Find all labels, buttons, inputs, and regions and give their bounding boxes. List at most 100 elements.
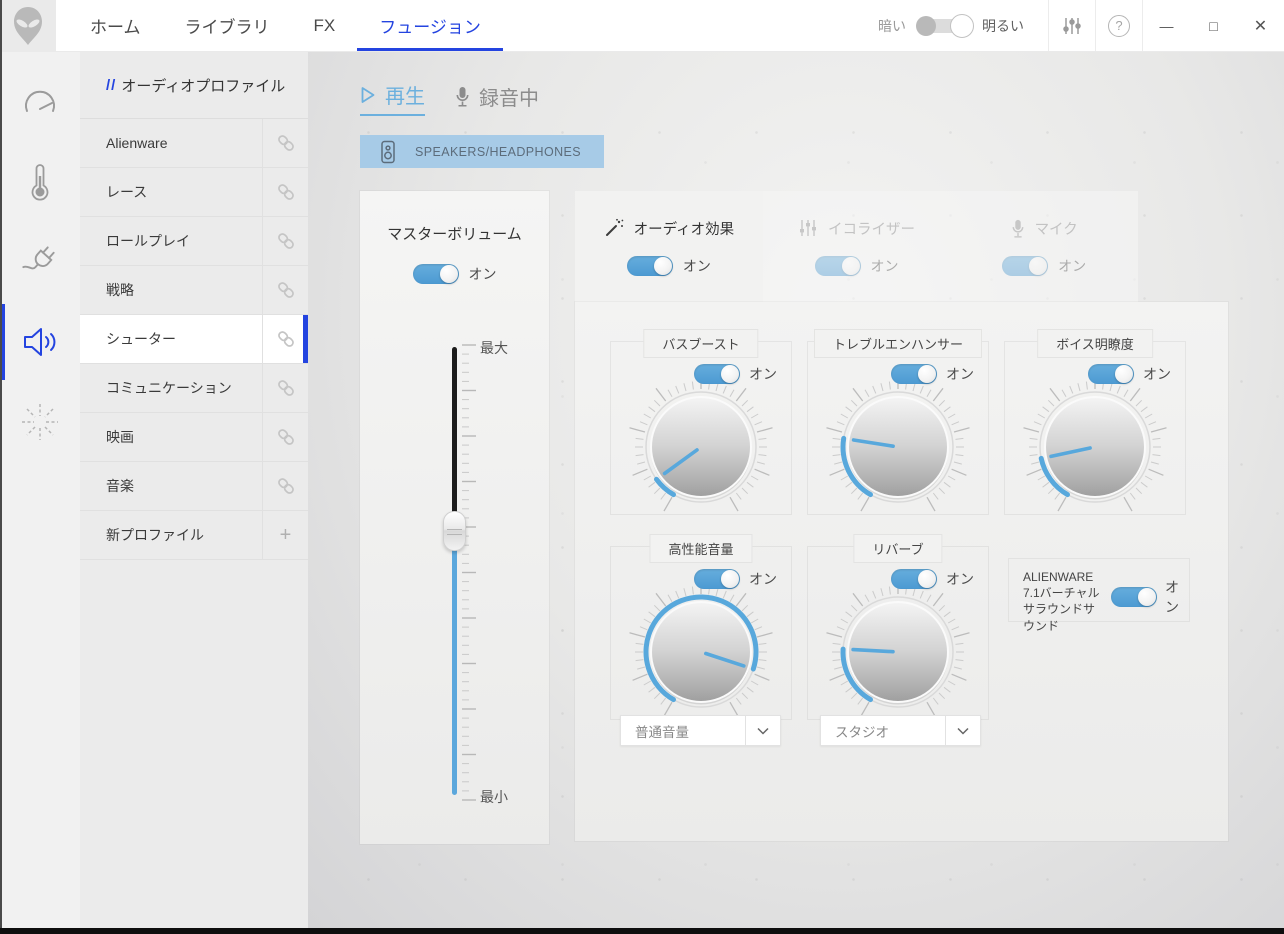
feature-rail (0, 52, 80, 928)
theme-dark-label: 暗い (878, 17, 906, 34)
profile-link-button[interactable] (262, 462, 308, 510)
performance-volume-group: 高性能音量 オン (610, 534, 792, 720)
profile-item-Alienware[interactable]: Alienware (80, 119, 308, 168)
reverb-dropdown[interactable]: スタジオ (820, 715, 981, 746)
profile-item-label: 映画 (106, 429, 134, 445)
profile-item-音楽[interactable]: 音楽 (80, 462, 308, 511)
profile-item-コミュニケーション[interactable]: コミュニケーション (80, 364, 308, 413)
profile-link-button[interactable] (262, 315, 308, 363)
tab-equalizer[interactable]: イコライザー オン (762, 191, 951, 302)
maximize-button[interactable]: □ (1190, 0, 1237, 51)
tab-audio-effects-label: オーディオ効果 (633, 221, 735, 238)
treble-enhancer-toggle[interactable] (891, 364, 937, 384)
profile-item-label: シューター (106, 331, 176, 347)
performance-volume-dropdown[interactable]: 普通音量 (620, 715, 781, 746)
nav-home[interactable]: ホーム (68, 0, 163, 51)
voice-clarity-toggle[interactable] (1088, 364, 1134, 384)
nav-fusion[interactable]: フュージョン (357, 0, 503, 51)
theme-toggle[interactable] (916, 13, 974, 38)
close-button[interactable]: ✕ (1237, 0, 1284, 51)
treble-enhancer-group: トレブルエンハンサー オン (807, 329, 989, 515)
rail-item-overview[interactable] (0, 62, 80, 142)
profile-item-ロールプレイ[interactable]: ロールプレイ (80, 217, 308, 266)
profile-link-button[interactable] (262, 364, 308, 412)
profile-link-button[interactable] (262, 413, 308, 461)
microphone-icon (456, 87, 469, 107)
profile-link-button[interactable] (262, 119, 308, 167)
nav-library[interactable]: ライブラリ (163, 0, 292, 51)
volume-slider-ticks (462, 344, 476, 801)
sidebar-title: オーディオプロファイル (121, 77, 286, 95)
profile-item-label: 音楽 (106, 478, 134, 494)
performance-volume-toggle[interactable] (694, 569, 740, 589)
minimize-button[interactable]: — (1143, 0, 1190, 51)
treble-enhancer-label: トレブルエンハンサー (813, 329, 983, 358)
profile-item-映画[interactable]: 映画 (80, 413, 308, 462)
profile-list: Alienware レース ロールプレイ 戦略シューターコミュニケーション 映画音楽新プ… (80, 119, 308, 560)
treble-enhancer-knob[interactable] (818, 367, 978, 527)
reverb-toggle-row: オン (891, 569, 974, 589)
slider-max-label: 最大 (480, 340, 508, 356)
alien-head-icon (14, 6, 42, 45)
tab-equalizer-label: イコライザー (828, 221, 915, 238)
profile-item-新プロファイル[interactable]: 新プロファイル + (80, 511, 308, 560)
profile-item-シューター[interactable]: シューター (80, 315, 308, 364)
bass-boost-knob[interactable] (621, 367, 781, 527)
treble-enhancer-toggle-state: オン (946, 366, 974, 382)
profile-link-button[interactable] (262, 217, 308, 265)
tab-recording[interactable]: 録音中 (455, 82, 539, 116)
nav-fx[interactable]: FX (292, 0, 358, 51)
profile-item-レース[interactable]: レース (80, 168, 308, 217)
profile-item-label: コミュニケーション (106, 380, 232, 396)
titlebar-right-controls: 暗い 明るい ? — □ ✕ (854, 0, 1284, 51)
volume-slider-thumb[interactable] (443, 511, 466, 551)
equalizer-toggle-row: オン (814, 255, 899, 276)
rail-item-thermal[interactable] (0, 142, 80, 222)
master-volume-toggle[interactable] (412, 264, 459, 284)
volume-slider-track-lower[interactable] (452, 543, 457, 795)
audio-effects-toggle[interactable] (626, 255, 673, 276)
tab-audio-effects[interactable]: オーディオ効果 オン (575, 191, 763, 302)
performance-volume-dropdown-button[interactable] (745, 715, 781, 746)
mic-toggle[interactable] (1002, 255, 1049, 276)
mic-toggle-state: オン (1058, 257, 1087, 274)
link-icon (277, 429, 294, 445)
profile-item-label: 新プロファイル (106, 527, 204, 543)
theme-toggle-thumb[interactable] (950, 13, 974, 38)
reverb-toggle[interactable] (891, 569, 937, 589)
alienware-command-center-window: ホーム ライブラリ FX フュージョン 暗い 明るい ? — □ ✕ // オー… (0, 0, 1284, 934)
chevron-down-icon (757, 727, 769, 735)
volume-slider-track-upper[interactable] (452, 347, 457, 515)
profile-item-戦略[interactable]: 戦略 (80, 266, 308, 315)
effect-tabs: オーディオ効果 オン イコライザー オン マイク オン (575, 191, 1139, 302)
speakers-headphones-button[interactable]: SPEAKERS/HEADPHONES (360, 135, 604, 168)
tab-mic[interactable]: マイク オン (950, 191, 1139, 302)
add-profile-button[interactable]: + (262, 511, 308, 559)
bass-boost-toggle[interactable] (694, 364, 740, 384)
rail-item-overclock[interactable] (0, 382, 80, 462)
window-bottom-bar (0, 928, 1284, 934)
voice-clarity-group: ボイス明瞭度 オン (1004, 329, 1186, 515)
equalizer-toggle[interactable] (814, 255, 861, 276)
window-left-edge (0, 0, 2, 934)
content-area: 再生 録音中 SPEAKERS/HEADPHONES マスターボリューム オン … (308, 52, 1284, 928)
virtual-surround-toggle[interactable] (1111, 586, 1157, 607)
alienware-logo[interactable] (0, 0, 56, 51)
theme-switcher: 暗い 明るい (854, 0, 1048, 51)
audio-profile-sidebar: // オーディオプロファイル Alienware レース ロールプレイ 戦略 シューター… (80, 52, 308, 928)
help-button[interactable]: ? (1095, 0, 1142, 51)
link-icon (277, 282, 294, 298)
mixer-settings-button[interactable] (1048, 0, 1095, 51)
profile-link-button[interactable] (262, 266, 308, 314)
performance-volume-knob[interactable] (621, 572, 781, 732)
voice-clarity-knob[interactable] (1015, 367, 1175, 527)
reverb-toggle-state: オン (946, 571, 974, 587)
reverb-dropdown-button[interactable] (945, 715, 981, 746)
profile-link-button[interactable] (262, 168, 308, 216)
reverb-knob[interactable] (818, 572, 978, 732)
help-icon: ? (1108, 14, 1130, 37)
link-icon (277, 135, 294, 151)
tab-playback[interactable]: 再生 (360, 80, 425, 116)
rail-item-power[interactable] (0, 222, 80, 302)
rail-item-audio[interactable] (0, 302, 80, 382)
